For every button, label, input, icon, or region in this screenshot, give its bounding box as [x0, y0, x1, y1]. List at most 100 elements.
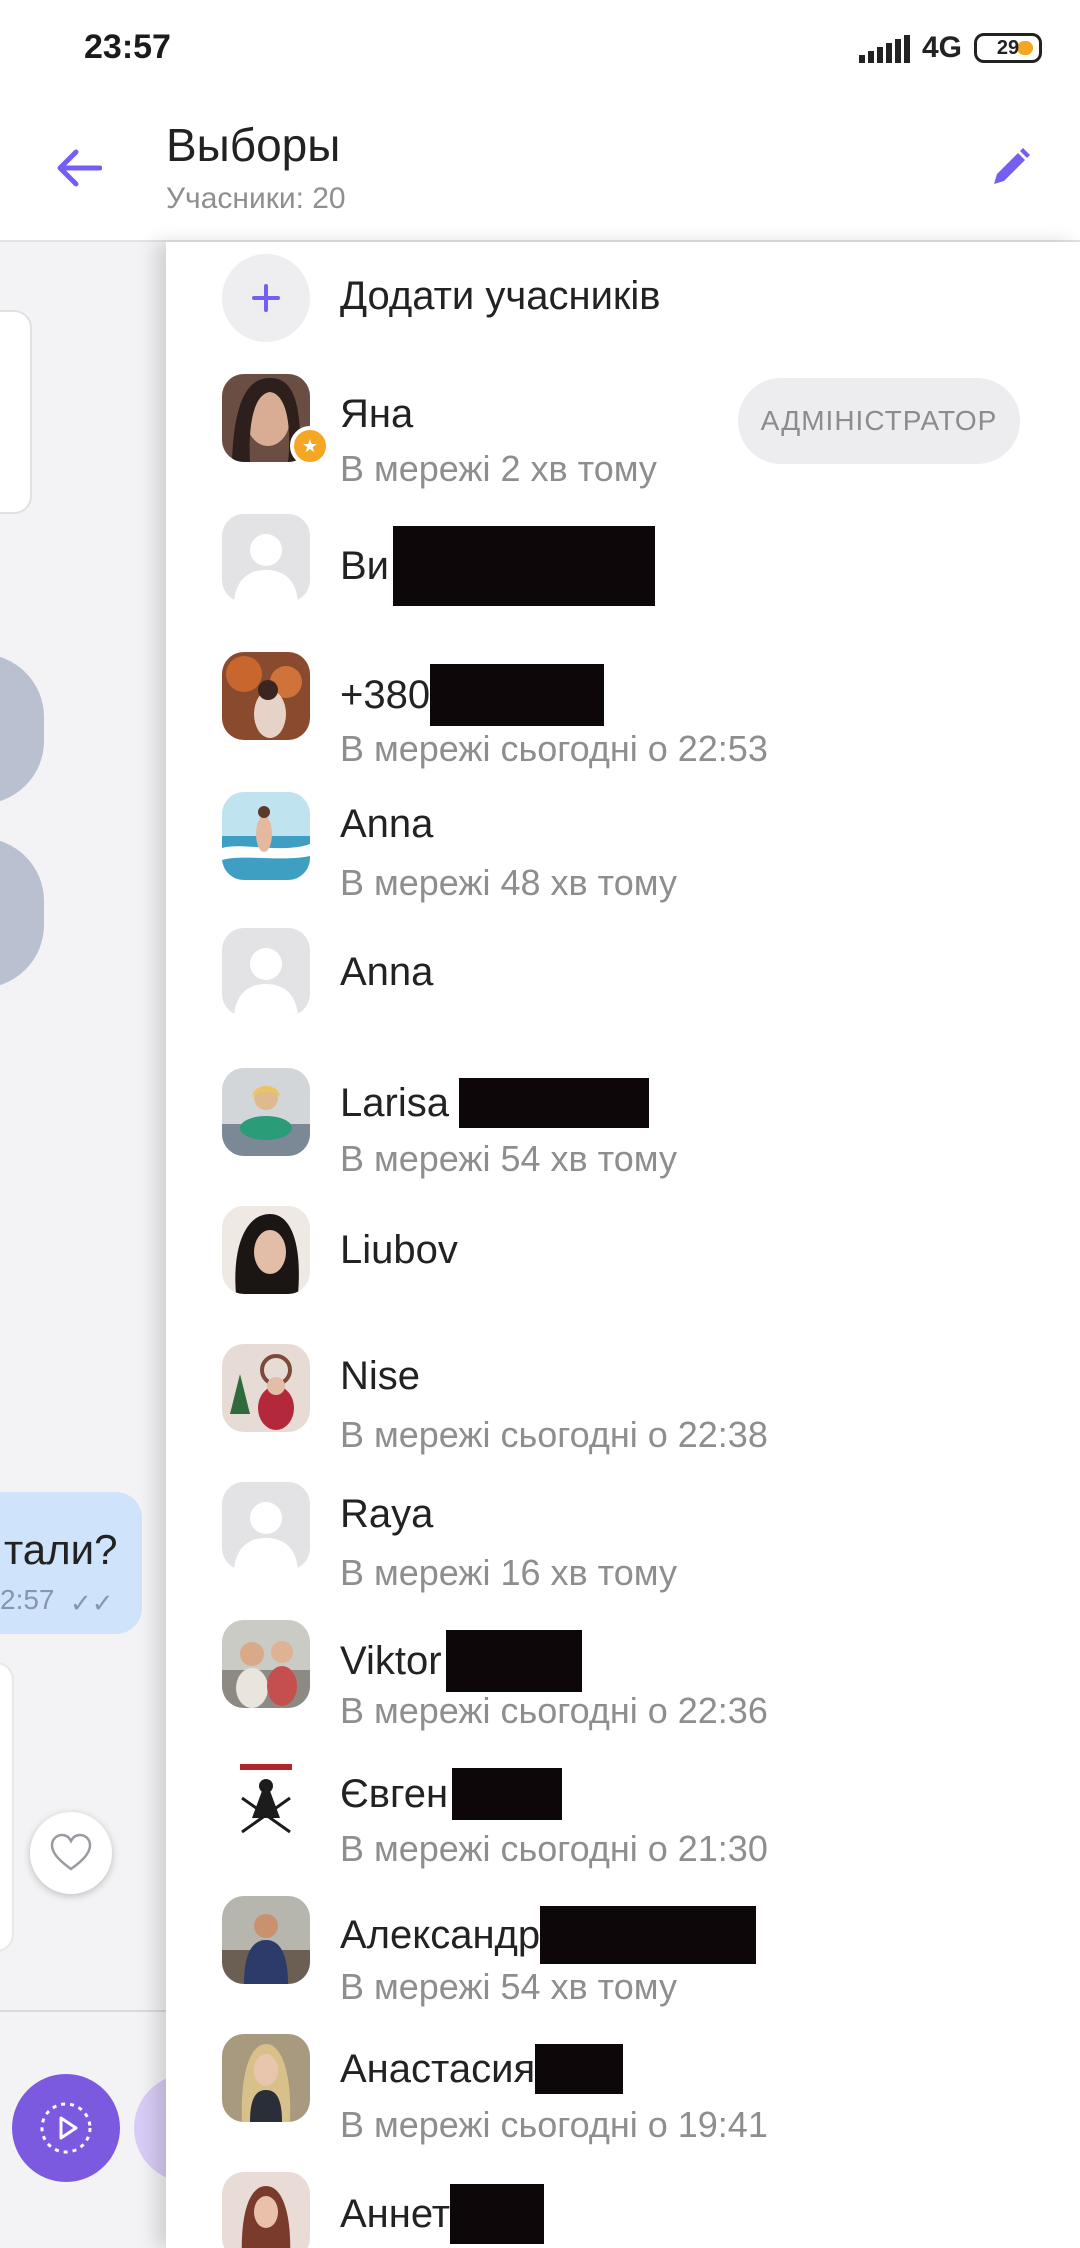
signal-icon	[858, 33, 910, 63]
redaction-block	[452, 1768, 563, 1820]
like-button[interactable]	[30, 1812, 112, 1894]
member-status: В мережі сьогодні о 22:53	[340, 728, 768, 769]
member-row[interactable]: Nise В мережі сьогодні о 22:38	[166, 1332, 1080, 1470]
member-row[interactable]: Анастасия В мережі сьогодні о 19:41	[166, 2022, 1080, 2160]
member-name: Аннет	[340, 2184, 545, 2244]
redaction-block	[450, 2184, 545, 2244]
admin-star-icon: ★	[290, 426, 330, 466]
member-name-text: Анастасия	[340, 2046, 536, 2091]
redaction-block	[458, 1078, 649, 1128]
member-row[interactable]: ★ Яна В мережі 2 хв тому АДМІНІСТРАТОР	[166, 364, 1080, 502]
avatar	[222, 1620, 310, 1708]
edit-button[interactable]	[982, 140, 1038, 196]
network-label: 4G	[921, 31, 962, 64]
redaction-block	[430, 664, 605, 726]
chat-background: тали? 2:57 ✓✓	[0, 242, 166, 2248]
member-name-text: Александр	[340, 1912, 541, 1957]
app-bar: Выборы Учасники: 20	[0, 96, 1080, 242]
group-title: Выборы	[166, 119, 341, 171]
member-name: Євген	[340, 1768, 563, 1820]
avatar	[222, 1206, 310, 1294]
member-name: Anna	[340, 950, 434, 994]
member-status: В мережі 2 хв тому	[340, 448, 657, 489]
member-status: В мережі сьогодні о 22:38	[340, 1414, 768, 1455]
member-name: Anna	[340, 802, 434, 846]
member-name-text: Євген	[340, 1771, 449, 1816]
member-name: Liubov	[340, 1228, 458, 1272]
member-name: Анастасия	[340, 2044, 624, 2094]
member-name-text: +380	[340, 672, 431, 717]
read-check-icon: ✓✓	[70, 1588, 114, 1618]
member-name-text: Larisa	[340, 1080, 449, 1125]
default-avatar-icon	[222, 514, 310, 602]
message-text: тали?	[4, 1526, 118, 1573]
member-row[interactable]: Raya В мережі 16 хв тому	[166, 1470, 1080, 1608]
member-name-text: Ви	[340, 543, 390, 588]
redaction-block	[445, 1630, 582, 1692]
member-status: В мережі 54 хв тому	[340, 1138, 677, 1179]
member-row[interactable]: Larisa В мережі 54 хв тому	[166, 1056, 1080, 1194]
heart-icon	[50, 1833, 92, 1871]
member-name: +380	[340, 664, 605, 726]
member-name: Nise	[340, 1354, 421, 1398]
redaction-block	[535, 2044, 624, 2094]
message-time: 2:57	[0, 1584, 55, 1615]
avatar	[222, 1344, 310, 1432]
outgoing-message[interactable]: тали? 2:57 ✓✓	[0, 1492, 142, 1634]
avatar	[222, 792, 310, 880]
avatar	[222, 2034, 310, 2122]
status-bar: 23:57 4G 29	[0, 0, 1080, 96]
participants-count: Учасники: 20	[166, 182, 346, 215]
default-avatar-icon	[222, 928, 310, 1016]
avatar	[222, 652, 310, 740]
member-status: В мережі сьогодні о 19:41	[340, 2104, 768, 2145]
default-avatar-icon	[222, 1482, 310, 1570]
member-name-text: Аннет	[340, 2191, 451, 2236]
member-status: В мережі сьогодні о 22:36	[340, 1690, 768, 1731]
send-button[interactable]	[134, 2074, 166, 2182]
message-card	[0, 1662, 14, 1952]
avatar	[222, 1758, 310, 1846]
message-card	[0, 310, 32, 514]
member-row[interactable]: Александр В мережі 54 хв тому	[166, 1884, 1080, 2022]
member-row[interactable]: Ви	[166, 504, 1080, 642]
member-name-text: Viktor	[340, 1638, 442, 1683]
divider	[0, 2010, 166, 2012]
battery-icon: 29	[974, 33, 1042, 63]
member-row[interactable]: Аннет	[166, 2160, 1080, 2248]
member-row[interactable]: Viktor В мережі сьогодні о 22:36	[166, 1608, 1080, 1746]
member-row[interactable]: +380 В мережі сьогодні о 22:53	[166, 642, 1080, 780]
member-name: Александр	[340, 1906, 757, 1964]
add-participants-row[interactable]: Додати учасників	[166, 242, 1080, 352]
sender-avatar	[0, 838, 44, 988]
members-drawer: Додати учасників ★ Яна В мережі 2 хв том…	[166, 242, 1080, 2248]
member-name: Яна	[340, 392, 414, 436]
member-row[interactable]: Liubov	[166, 1194, 1080, 1332]
member-name: Raya	[340, 1492, 434, 1536]
member-status: В мережі сьогодні о 21:30	[340, 1828, 768, 1869]
video-message-button[interactable]	[12, 2074, 120, 2182]
status-indicators: 4G 29	[858, 28, 1042, 68]
redaction-block	[393, 526, 656, 606]
avatar	[222, 1896, 310, 1984]
avatar	[222, 2172, 310, 2248]
member-status: В мережі 16 хв тому	[340, 1552, 677, 1593]
avatar	[222, 1068, 310, 1156]
back-button[interactable]	[50, 140, 106, 196]
member-row[interactable]: Anna	[166, 918, 1080, 1056]
member-row[interactable]: Євген В мережі сьогодні о 21:30	[166, 1746, 1080, 1884]
member-status: В мережі 54 хв тому	[340, 1966, 677, 2007]
status-time: 23:57	[84, 28, 171, 66]
pencil-icon	[994, 148, 1030, 184]
video-play-icon	[40, 2102, 92, 2154]
arrow-left-icon	[57, 149, 102, 187]
member-name: Viktor	[340, 1630, 582, 1692]
battery-level: 29	[996, 36, 1020, 59]
redaction-block	[540, 1906, 757, 1964]
add-participants-label: Додати учасників	[340, 274, 661, 318]
member-row[interactable]: Anna В мережі 48 хв тому	[166, 780, 1080, 918]
member-status: В мережі 48 хв тому	[340, 862, 677, 903]
plus-icon	[252, 284, 280, 312]
add-participants-button[interactable]	[222, 254, 310, 342]
member-name: Ви	[340, 526, 656, 606]
